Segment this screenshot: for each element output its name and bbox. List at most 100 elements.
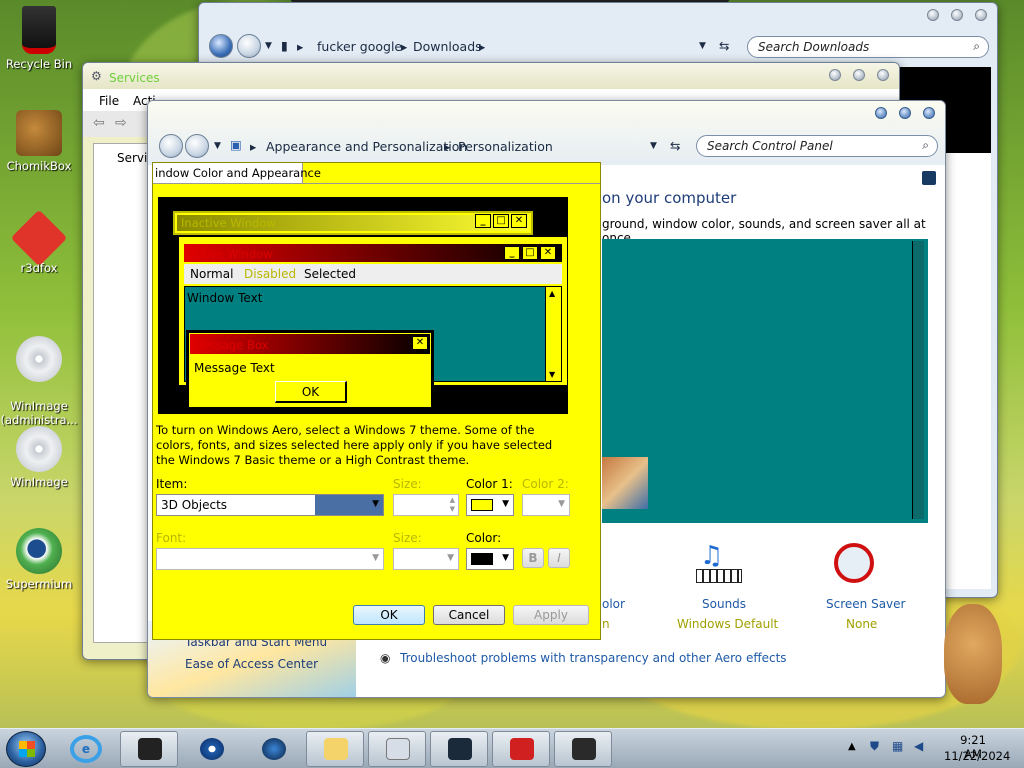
desktop-icon-winimage-admin[interactable]: WinImage (administra... (0, 322, 78, 441)
cp-back-button[interactable] (159, 134, 183, 158)
refresh-icon[interactable]: ⇆ (670, 138, 680, 153)
minimize-button[interactable] (927, 9, 939, 21)
breadcrumb-item[interactable]: Personalization (458, 139, 553, 154)
theme-list[interactable] (602, 239, 928, 523)
monitor-icon (572, 738, 596, 760)
taskbar-button-media-player[interactable] (182, 731, 240, 767)
sounds-item-label[interactable]: Sounds (702, 597, 746, 611)
start-button[interactable] (6, 731, 46, 767)
menu-file[interactable]: File (99, 94, 119, 108)
maximize-button[interactable] (951, 9, 963, 21)
cancel-button[interactable]: Cancel (433, 605, 505, 625)
breadcrumb-item[interactable]: fucker google (317, 39, 402, 54)
windows-logo-icon (19, 741, 35, 757)
display-icon (448, 738, 472, 760)
active-window-title: Active Window (188, 247, 273, 261)
breadcrumb-item[interactable]: Downloads (413, 39, 482, 54)
minimize-button[interactable] (829, 69, 841, 81)
desktop-icon-winimage[interactable]: WinImage (0, 426, 78, 489)
font-color-picker[interactable]: ▼ (466, 548, 514, 570)
taskbar-button-display[interactable] (430, 731, 488, 767)
taskbar-button-globe[interactable] (244, 731, 302, 767)
color1-label: Color 1: (466, 477, 513, 491)
tray-show-hidden-icon[interactable]: ▲ (848, 741, 856, 752)
preview-scrollbar: ▲ ▼ (545, 287, 561, 381)
see-also-ease-of-access-link[interactable]: Ease of Access Center (185, 657, 318, 671)
troubleshoot-link[interactable]: Troubleshoot problems with transparency … (400, 651, 787, 665)
tray-date[interactable]: 11/22/2024 (944, 749, 1010, 763)
font-size-select[interactable]: ▼ (393, 548, 459, 570)
services-titlebar (83, 63, 899, 89)
back-button[interactable] (209, 34, 233, 58)
preview-maximize-icon: □ (493, 214, 509, 228)
desktop-icon-label: ChomikBox (6, 159, 72, 173)
tray-volume-icon[interactable]: ◀ (914, 739, 923, 753)
taskbar-button-explorer[interactable] (306, 731, 364, 767)
forward-arrow-icon[interactable]: ⇨ (115, 115, 127, 131)
desktop-icon-supermium[interactable]: Supermium (0, 528, 78, 591)
desktop-icon-label: Supermium (5, 577, 73, 591)
cp-forward-button[interactable] (185, 134, 209, 158)
stepper-arrows-icon: ▲ ▼ (449, 496, 455, 513)
back-arrow-icon[interactable]: ⇦ (93, 115, 105, 131)
address-dropdown-icon[interactable]: ▼ (650, 141, 657, 151)
dialog-tab[interactable]: indow Color and Appearance (153, 163, 321, 183)
window-color-dialog[interactable]: indow Color and Appearance Inactive Wind… (152, 162, 601, 640)
preview-menubar: Normal Disabled Selected (184, 264, 562, 284)
refresh-icon[interactable]: ⇆ (719, 38, 729, 53)
tray-security-icon[interactable]: ⛊ (870, 739, 879, 754)
search-control-panel-input[interactable]: Search Control Panel ⌕ (696, 135, 938, 157)
desktop-icon-label: WinImage (administra... (0, 399, 78, 427)
media-player-icon (200, 738, 224, 760)
winimage-cd-icon (16, 426, 62, 472)
folder-icon (324, 738, 348, 760)
services-title: Services (109, 71, 160, 85)
address-dropdown-icon[interactable]: ▼ (699, 41, 706, 51)
preview-maximize-icon: □ (522, 246, 538, 260)
bold-button[interactable]: B (522, 548, 544, 568)
minimize-button[interactable] (875, 107, 887, 119)
close-button[interactable] (975, 9, 987, 21)
terminal-icon (138, 738, 162, 760)
close-button[interactable] (877, 69, 889, 81)
taskbar-ie-icon[interactable]: e (70, 735, 102, 763)
desktop-icon-chomikbox[interactable]: ChomikBox (0, 110, 78, 173)
folder-icon: ▮ (281, 38, 288, 53)
screen-saver-icon (834, 543, 874, 583)
forward-button[interactable] (237, 34, 261, 58)
services-caption-buttons (829, 69, 889, 81)
desktop-icon-r3dfox[interactable]: r3dfox (0, 209, 78, 275)
maximize-button[interactable] (899, 107, 911, 119)
desktop-icon-recycle-bin[interactable]: Recycle Bin (0, 6, 78, 71)
color2-picker[interactable]: ▼ (522, 494, 570, 516)
preview-ok-button: OK (275, 381, 347, 403)
chevron-down-icon: ▼ (502, 553, 509, 563)
italic-button[interactable]: I (548, 548, 570, 568)
close-button[interactable] (923, 107, 935, 119)
color1-picker[interactable]: ▼ (466, 494, 514, 516)
address-arrow-icon[interactable]: ▼ (265, 41, 272, 51)
font-select[interactable]: ▼ (156, 548, 384, 570)
address-arrow-icon[interactable]: ▼ (214, 141, 221, 151)
item-select[interactable]: 3D Objects ▼ (156, 494, 384, 516)
inactive-window-title: Inactive Window (181, 216, 276, 230)
search-downloads-input[interactable]: Search Downloads ⌕ (747, 36, 989, 58)
help-icon[interactable] (922, 171, 936, 185)
maximize-button[interactable] (853, 69, 865, 81)
item-size-stepper[interactable]: ▲ ▼ (393, 494, 459, 516)
theme-list-scrollbar[interactable] (912, 241, 924, 519)
apply-button[interactable]: Apply (513, 605, 589, 625)
preview-message-box: Message Box ✕ Message Text OK (186, 330, 434, 410)
preview-close-icon: ✕ (540, 246, 556, 260)
tray-network-icon[interactable]: ▦ (892, 739, 903, 753)
recycle-bin-icon (22, 6, 56, 54)
toolbox-icon (510, 738, 534, 760)
taskbar-button-control-panel[interactable] (368, 731, 426, 767)
ok-button[interactable]: OK (353, 605, 425, 625)
taskbar-button-toolbox[interactable] (492, 731, 550, 767)
taskbar-button-terminal[interactable] (120, 731, 178, 767)
screen-saver-item-label[interactable]: Screen Saver (826, 597, 905, 611)
breadcrumb-item[interactable]: Appearance and Personalization (266, 139, 467, 154)
window-color-item-label[interactable]: olor (602, 597, 625, 611)
taskbar-button-monitor[interactable] (554, 731, 612, 767)
